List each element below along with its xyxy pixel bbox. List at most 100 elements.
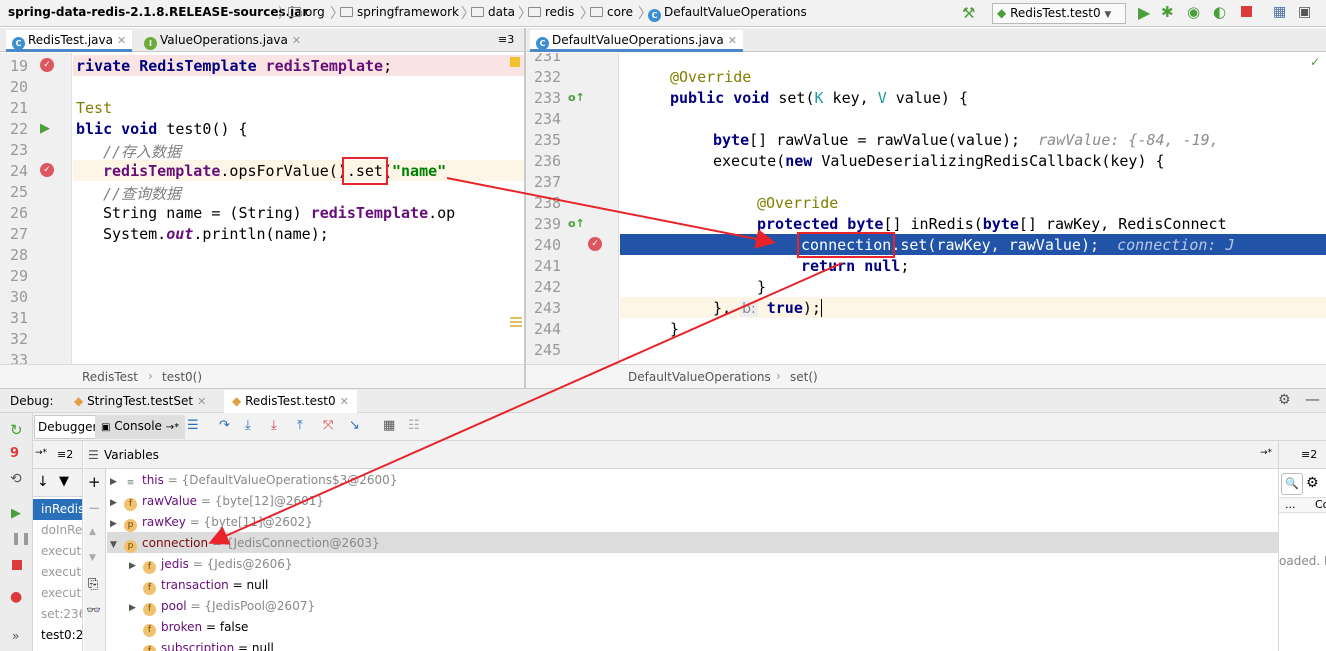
resume-icon[interactable]: ▶: [11, 506, 21, 521]
minimize-icon[interactable]: —: [1305, 390, 1320, 408]
line-number: 27: [10, 225, 29, 243]
more-icon[interactable]: »: [12, 629, 19, 643]
chevron-right-icon[interactable]: ▶: [129, 603, 143, 613]
breadcrumb-class[interactable]: C DefaultValueOperations: [648, 5, 807, 22]
breadcrumb-springframework[interactable]: springframework: [340, 5, 459, 19]
tab-redistest[interactable]: C RedisTest.java ✕: [6, 30, 133, 52]
add-watch-icon[interactable]: +: [88, 473, 101, 491]
stop-icon[interactable]: [12, 560, 22, 570]
step-over-icon[interactable]: ↷: [219, 418, 230, 433]
breadcrumb-defaultvalueoperations[interactable]: DefaultValueOperations: [628, 370, 771, 384]
frame-item[interactable]: set:236: [33, 604, 82, 625]
pause-icon[interactable]: ❚❚: [11, 531, 31, 545]
search-icon[interactable]: 🔍: [1281, 473, 1303, 495]
debug-icon[interactable]: ✱: [1161, 3, 1174, 21]
frame-item[interactable]: doInRe: [33, 520, 82, 541]
gear-icon[interactable]: ⚙: [1306, 475, 1319, 491]
breakpoint-icon[interactable]: ✓: [40, 163, 54, 177]
chevron-right-icon[interactable]: ▶: [110, 498, 124, 508]
show-execution-point-icon[interactable]: ☰: [187, 418, 199, 433]
arrow-down-icon[interactable]: ↓: [37, 474, 49, 490]
step-into-icon[interactable]: ⤓: [245, 418, 251, 433]
coverage-icon[interactable]: ◉: [1187, 3, 1200, 21]
project-structure-icon[interactable]: ▦: [1273, 4, 1286, 20]
rerun-icon[interactable]: ↻: [10, 421, 23, 439]
hammer-icon[interactable]: ⚒: [962, 4, 975, 22]
view-breakpoints-icon[interactable]: ●: [10, 589, 22, 605]
chevron-right-icon[interactable]: ▶: [110, 477, 124, 487]
frame-item[interactable]: execute: [33, 583, 82, 604]
chevron-right-icon[interactable]: ▶: [129, 561, 143, 571]
close-icon[interactable]: ✕: [340, 395, 349, 408]
restore-layout-icon[interactable]: ⟲: [10, 471, 22, 487]
tab-defaultvalueoperations[interactable]: C DefaultValueOperations.java ✕: [530, 30, 743, 52]
stop-icon[interactable]: [1241, 6, 1252, 17]
tab-valueoperations[interactable]: I ValueOperations.java ✕: [138, 30, 307, 52]
breakpoint-icon[interactable]: ✓: [588, 237, 602, 251]
frame-item[interactable]: execute: [33, 562, 82, 583]
variable-name: transaction: [161, 578, 229, 592]
breadcrumb-set[interactable]: set(): [790, 370, 818, 384]
glasses-icon[interactable]: 👓: [86, 603, 101, 617]
move-up-icon[interactable]: ▲: [89, 527, 96, 537]
warning-marker[interactable]: [510, 57, 520, 67]
trace-icon[interactable]: ☷: [408, 418, 420, 433]
frame-item[interactable]: inRedis: [33, 499, 82, 520]
variable-row[interactable]: ▶ f jedis = {Jedis@2606}: [129, 554, 293, 575]
evaluate-expression-icon[interactable]: ▦: [383, 418, 395, 433]
force-step-into-icon[interactable]: ⤓: [271, 418, 277, 433]
watches-badge[interactable]: ≡2: [1301, 448, 1317, 461]
copy-icon[interactable]: ⎘: [88, 577, 98, 592]
remove-watch-icon[interactable]: −: [88, 499, 101, 517]
override-gutter-icon[interactable]: o↑: [568, 91, 585, 104]
session-tab-redistest[interactable]: ◆ RedisTest.test0 ✕: [224, 390, 357, 414]
breakpoint-icon[interactable]: ✓: [40, 58, 54, 72]
right-editor[interactable]: 231 232 233 234 235 236 237 238 239 240 241 242 243 2…: [526, 53, 1326, 364]
breadcrumb-redis[interactable]: redis: [528, 5, 574, 19]
step-out-icon[interactable]: ⤒: [297, 418, 303, 433]
run-gutter-icon[interactable]: ▶: [40, 121, 50, 136]
variable-row[interactable]: f subscription = null: [129, 638, 274, 651]
tab-debugger[interactable]: Debugger: [34, 415, 102, 439]
close-icon[interactable]: ✕: [117, 34, 126, 47]
breadcrumb-core[interactable]: core: [590, 5, 633, 19]
variable-row[interactable]: ▶ ≡ this = {DefaultValueOperations$3@2600}: [110, 470, 397, 491]
variable-row[interactable]: ▶ p rawKey = {byte[11]@2602}: [110, 512, 313, 533]
variable-row[interactable]: ▶ f rawValue = {byte[12]@2601}: [110, 491, 324, 512]
close-icon[interactable]: ✕: [728, 34, 737, 47]
drop-frame-icon[interactable]: ⤧: [323, 418, 333, 433]
chevron-down-icon[interactable]: ▼: [110, 540, 124, 550]
tab-overflow[interactable]: ≡3: [498, 33, 514, 46]
scroll-marker[interactable]: [510, 317, 522, 319]
run-config-select[interactable]: ◆ RedisTest.test0 ▼: [992, 3, 1126, 24]
profile-icon[interactable]: ◐: [1213, 3, 1226, 21]
run-to-cursor-icon[interactable]: ↘: [349, 418, 360, 433]
move-down-icon[interactable]: ▼: [89, 553, 96, 563]
variable-row[interactable]: ▶ f pool = {JedisPool@2607}: [129, 596, 315, 617]
pin-icon[interactable]: →*: [35, 448, 47, 458]
gear-icon[interactable]: ⚙: [1278, 392, 1291, 408]
override-gutter-icon[interactable]: o↑: [568, 217, 585, 230]
left-editor[interactable]: 19 20 21 22 23 24 25 26 27 28 29 30 31 32 33 ✓ ▶ ✓ riv…: [0, 53, 524, 364]
tab-console[interactable]: ▣ Console →*: [95, 415, 186, 439]
variable-row[interactable]: ▼ p connection = {JedisConnection@2603}: [110, 533, 380, 554]
close-icon[interactable]: ✕: [197, 395, 206, 408]
breadcrumb-data[interactable]: data: [471, 5, 515, 19]
frame-item[interactable]: execute: [33, 541, 82, 562]
pin-icon[interactable]: →*: [1260, 448, 1272, 458]
variable-row[interactable]: f transaction = null: [129, 575, 268, 596]
filter-icon[interactable]: ▼: [59, 474, 69, 489]
breadcrumb-test0[interactable]: test0(): [162, 370, 202, 384]
layout-icon[interactable]: ▣: [1298, 4, 1311, 20]
variable-row[interactable]: f broken = false: [129, 617, 248, 638]
breadcrumb-redistest[interactable]: RedisTest: [82, 370, 138, 384]
run-icon[interactable]: ▶: [1138, 3, 1150, 22]
breadcrumb-org[interactable]: org: [288, 5, 325, 19]
frame-item[interactable]: test0:24: [33, 625, 82, 646]
rerun-failed-icon[interactable]: 9: [10, 446, 19, 461]
breadcrumb-jar[interactable]: spring-data-redis-2.1.8.RELEASE-sources.…: [8, 5, 308, 19]
chevron-right-icon[interactable]: ▶: [110, 519, 124, 529]
frames-badge[interactable]: ≡2: [57, 448, 73, 461]
session-tab-stringtest[interactable]: ◆ StringTest.testSet ✕: [74, 394, 206, 408]
close-icon[interactable]: ✕: [292, 34, 301, 47]
